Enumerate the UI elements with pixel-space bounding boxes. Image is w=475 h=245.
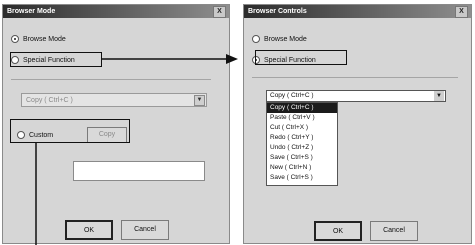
arrow-head-icon	[226, 54, 238, 64]
callout-arrows	[35, 54, 238, 245]
